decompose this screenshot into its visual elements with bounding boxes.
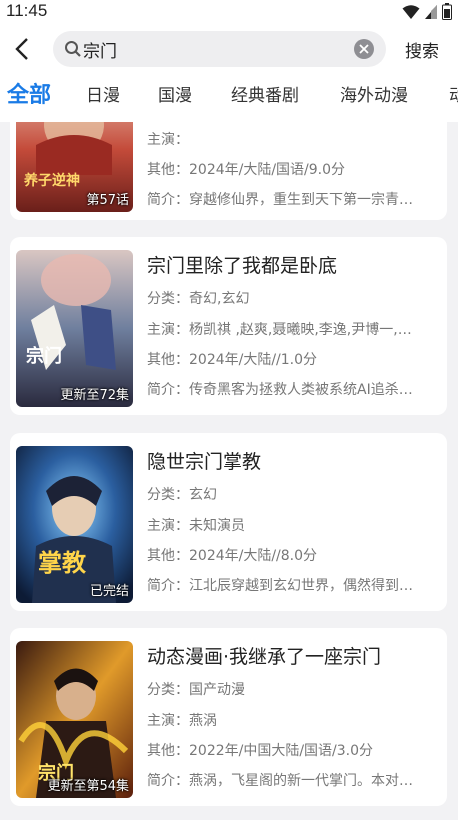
episode-badge: 更新至72集 (60, 388, 129, 403)
category: 分类：玄幻 (147, 487, 217, 503)
cast: 主演： (147, 132, 189, 148)
category: 分类：国产动漫 (147, 682, 245, 698)
search-box[interactable] (53, 31, 386, 67)
search-button[interactable]: 搜索 (405, 37, 439, 62)
svg-text:养子逆神: 养子逆神 (23, 172, 80, 189)
other-info: 其他：2022年/中国大陆/国语/3.0分 (147, 743, 374, 759)
episode-badge: 更新至第54集 (47, 779, 129, 794)
result-title[interactable]: 动态漫画·我继承了一座宗门 (147, 642, 381, 669)
intro: 简介：燕涡，飞星阁的新一代掌门。本对… (147, 773, 413, 789)
tab-overseas-anime[interactable]: 海外动漫 (340, 74, 408, 118)
tab-classic-series[interactable]: 经典番剧 (231, 74, 299, 118)
cover-image: 掌教 已完结 (16, 446, 133, 603)
category: 分类：奇幻,玄幻 (147, 291, 250, 307)
svg-text:宗门: 宗门 (26, 345, 62, 367)
intro: 简介：江北辰穿越到玄幻世界，偶然得到… (147, 578, 413, 594)
intro: 简介：穿越修仙界，重生到天下第一宗青… (147, 192, 413, 208)
status-time: 11:45 (6, 1, 48, 20)
result-card[interactable]: 宗门 更新至第54集 动态漫画·我继承了一座宗门 分类：国产动漫 主演：燕涡 其… (10, 628, 447, 806)
intro: 简介：传奇黑客为拯救人类被系统AI追杀… (147, 382, 413, 398)
result-title[interactable]: 宗门里除了我都是卧底 (147, 251, 337, 278)
wifi-icon (402, 4, 420, 19)
signal-icon (425, 4, 437, 19)
status-icons (402, 3, 452, 20)
other-info: 其他：2024年/大陆//1.0分 (147, 352, 318, 368)
tab-chinese-anime[interactable]: 国漫 (158, 74, 192, 118)
cast: 主演：燕涡 (147, 713, 217, 729)
search-icon (65, 41, 81, 57)
cover-image: 宗门 更新至72集 (16, 250, 133, 407)
result-title[interactable]: 隐世宗门掌教 (147, 447, 261, 474)
other-info: 其他：2024年/大陆//8.0分 (147, 548, 318, 564)
search-input[interactable] (83, 31, 343, 67)
clear-button[interactable] (354, 39, 374, 59)
results-list: 养子逆神 第57话 主演： 其他：2024年/大陆/国语/9.0分 简介：穿越修… (0, 122, 458, 820)
back-button[interactable] (8, 34, 36, 64)
cover-image: 养子逆神 第57话 (16, 122, 133, 212)
other-info: 其他：2024年/大陆/国语/9.0分 (147, 162, 346, 178)
status-bar: 11:45 (0, 0, 458, 24)
cast: 主演：杨凯祺 ,赵爽,聂曦映,李逸,尹博一,… (147, 322, 412, 338)
tab-more[interactable]: 动 (449, 74, 458, 118)
episode-badge: 第57话 (86, 193, 129, 208)
result-card[interactable]: 掌教 已完结 隐世宗门掌教 分类：玄幻 主演：未知演员 其他：2024年/大陆/… (10, 433, 447, 611)
result-card[interactable]: 宗门 更新至72集 宗门里除了我都是卧底 分类：奇幻,玄幻 主演：杨凯祺 ,赵爽… (10, 237, 447, 415)
cast: 主演：未知演员 (147, 518, 245, 534)
svg-text:掌教: 掌教 (38, 548, 87, 577)
cover-image: 宗门 更新至第54集 (16, 641, 133, 798)
search-bar: 搜索 (0, 24, 458, 74)
category-tabs: 全部 日漫 国漫 经典番剧 海外动漫 动 (0, 74, 458, 122)
result-card[interactable]: 养子逆神 第57话 主演： 其他：2024年/大陆/国语/9.0分 简介：穿越修… (10, 122, 447, 220)
tab-japanese-anime[interactable]: 日漫 (86, 74, 120, 118)
tab-all[interactable]: 全部 (7, 74, 51, 118)
battery-icon (442, 3, 452, 20)
chevron-left-icon (15, 38, 28, 60)
close-icon (359, 44, 369, 54)
status-badge: 已完结 (89, 584, 129, 599)
